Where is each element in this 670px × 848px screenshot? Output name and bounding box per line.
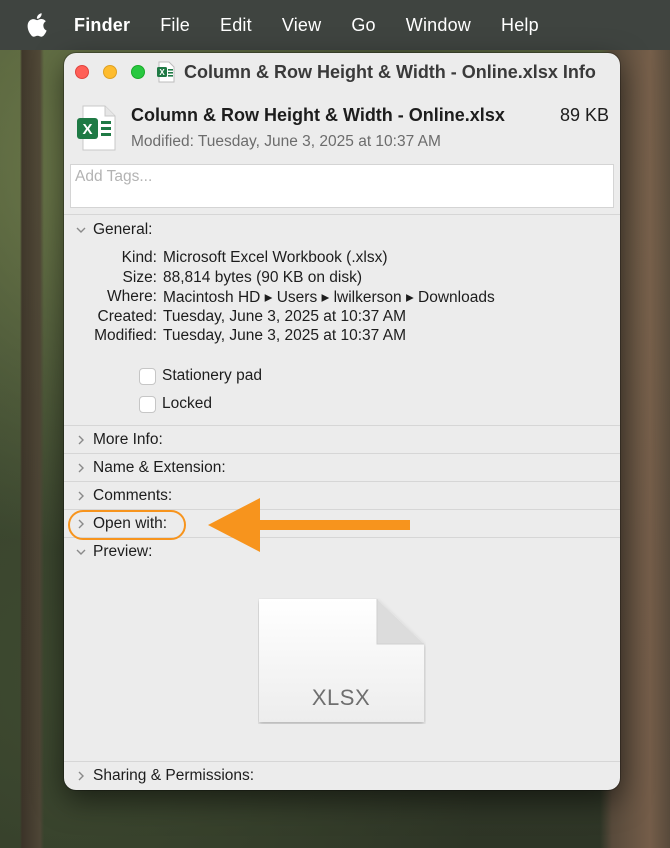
excel-file-small-icon: X — [157, 61, 175, 83]
menu-view[interactable]: View — [282, 15, 322, 36]
general-section-toggle[interactable]: General: — [76, 221, 152, 239]
svg-text:X: X — [159, 68, 165, 77]
info-row-where: Where: Macintosh HD ▸ Users ▸ lwilkerson… — [64, 288, 620, 308]
sharing-permissions-section-toggle[interactable]: Sharing & Permissions: — [76, 767, 254, 785]
comments-label: Comments: — [93, 487, 173, 504]
preview-section-toggle[interactable]: Preview: — [76, 543, 152, 561]
info-row-created: Created: Tuesday, June 3, 2025 at 10:37 … — [64, 308, 620, 328]
divider — [64, 481, 620, 482]
zoom-button[interactable] — [131, 65, 145, 79]
name-extension-section-toggle[interactable]: Name & Extension: — [76, 459, 226, 477]
tags-field[interactable]: Add Tags... — [70, 164, 614, 208]
info-window: X Column & Row Height & Width - Online.x… — [64, 53, 620, 790]
chevron-down-icon — [76, 225, 86, 235]
stationery-pad-checkbox[interactable]: Stationery pad — [139, 367, 262, 385]
menu-file[interactable]: File — [160, 15, 190, 36]
arrow-left-icon — [208, 498, 412, 552]
file-size: 89 KB — [559, 105, 609, 125]
chevron-right-icon — [76, 771, 86, 781]
open-with-section-toggle[interactable]: Open with: — [76, 515, 167, 533]
info-value: Tuesday, June 3, 2025 at 10:37 AM — [163, 327, 406, 344]
preview-label: Preview: — [93, 543, 153, 560]
excel-file-icon: X — [77, 105, 117, 151]
info-key: Modified: — [94, 327, 157, 344]
open-with-label: Open with: — [93, 515, 168, 532]
close-button[interactable] — [75, 65, 89, 79]
menu-finder[interactable]: Finder — [74, 15, 130, 36]
chevron-down-icon — [76, 547, 86, 557]
info-row-size: Size: 88,814 bytes (90 KB on disk) — [64, 269, 620, 289]
locked-checkbox[interactable]: Locked — [139, 395, 212, 413]
chevron-right-icon — [76, 463, 86, 473]
info-value: Tuesday, June 3, 2025 at 10:37 AM — [163, 308, 406, 325]
divider — [64, 453, 620, 454]
info-key: Size: — [122, 269, 157, 286]
divider — [64, 761, 620, 762]
window-title: Column & Row Height & Width - Online.xls… — [184, 62, 596, 82]
general-label: General: — [93, 221, 153, 238]
menu-edit[interactable]: Edit — [220, 15, 252, 36]
info-value: Microsoft Excel Workbook (.xlsx) — [163, 249, 388, 266]
file-header: X Column & Row Height & Width - Online.x… — [64, 93, 620, 163]
menu-go[interactable]: Go — [351, 15, 375, 36]
info-value: Macintosh HD ▸ Users ▸ lwilkerson ▸ Down… — [163, 289, 495, 306]
minimize-button[interactable] — [103, 65, 117, 79]
name-extension-label: Name & Extension: — [93, 459, 226, 476]
menu-help[interactable]: Help — [501, 15, 539, 36]
info-value: 88,814 bytes (90 KB on disk) — [163, 269, 363, 286]
file-name: Column & Row Height & Width - Online.xls… — [131, 105, 505, 125]
menu-window[interactable]: Window — [406, 15, 471, 36]
modified-date: Modified: Tuesday, June 3, 2025 at 10:37… — [131, 133, 441, 150]
chevron-right-icon — [76, 491, 86, 501]
comments-section-toggle[interactable]: Comments: — [76, 487, 172, 505]
checkbox-box[interactable] — [139, 395, 156, 413]
preview-doc-label: XLSX — [311, 685, 371, 710]
sharing-permissions-label: Sharing & Permissions: — [93, 767, 255, 784]
info-key: Kind: — [121, 249, 157, 266]
info-key: Created: — [97, 308, 157, 325]
info-key: Where: — [107, 288, 157, 305]
document-preview-icon: XLSX — [258, 598, 426, 724]
title-bar[interactable]: X Column & Row Height & Width - Online.x… — [64, 53, 620, 91]
chevron-right-icon — [76, 519, 86, 529]
menu-bar: Finder File Edit View Go Window Help — [0, 0, 670, 50]
more-info-label: More Info: — [93, 431, 163, 448]
locked-label: Locked — [162, 395, 212, 412]
divider — [64, 425, 620, 426]
info-row-modified: Modified: Tuesday, June 3, 2025 at 10:37… — [64, 327, 620, 347]
divider — [64, 214, 620, 215]
svg-text:X: X — [82, 121, 92, 138]
apple-menu-icon[interactable] — [26, 13, 48, 37]
info-row-kind: Kind: Microsoft Excel Workbook (.xlsx) — [64, 249, 620, 269]
stationery-pad-label: Stationery pad — [162, 367, 262, 384]
chevron-right-icon — [76, 435, 86, 445]
checkbox-box[interactable] — [139, 367, 156, 385]
more-info-section-toggle[interactable]: More Info: — [76, 431, 163, 449]
